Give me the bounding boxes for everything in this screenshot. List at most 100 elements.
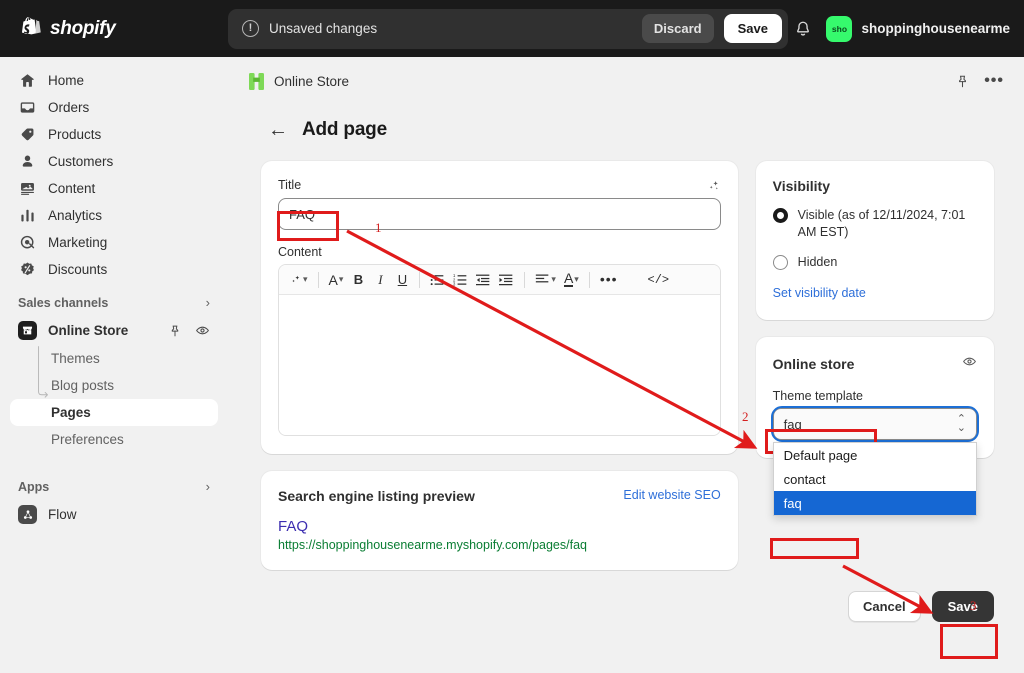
bold-button[interactable]: B <box>348 269 368 291</box>
theme-template-label: Theme template <box>772 389 863 403</box>
chevron-right-icon: › <box>205 479 210 494</box>
theme-template-select[interactable]: faq ⌃ ⌄ <box>770 406 979 442</box>
toolbar-divider <box>419 271 421 288</box>
sidebar-item-preferences[interactable]: Preferences <box>10 426 218 453</box>
radio-hidden[interactable] <box>772 255 788 270</box>
storefront-icon <box>18 321 37 340</box>
dropdown-option-contact[interactable]: contact <box>774 467 976 491</box>
visibility-visible-label: Visible (as of 12/11/2024, 7:01 AM EST) <box>797 208 966 239</box>
form-footer: Cancel Save <box>228 570 1024 622</box>
bar-chart-icon <box>18 206 37 225</box>
shopify-wordmark: shopify <box>50 17 116 39</box>
more-options-button[interactable]: ••• <box>597 269 621 291</box>
italic-button[interactable]: I <box>370 269 390 291</box>
font-size-button[interactable]: A ▾ <box>326 269 347 291</box>
topbar-save-button[interactable]: Save <box>723 14 782 43</box>
theme-template-value: faq <box>783 416 802 432</box>
sidebar-item-orders[interactable]: Orders <box>10 94 218 121</box>
sidebar-label: Orders <box>48 100 90 115</box>
editor-toolbar: ▾ A ▾ B I U 1 2 3 ▾ A ▾ ••• </> <box>279 265 720 295</box>
sidebar-label: Themes <box>51 351 100 366</box>
sales-channels-group[interactable]: Sales channels › <box>10 289 218 316</box>
unsaved-changes-bar: ! Unsaved changes Discard Save <box>228 8 788 49</box>
sidebar-item-flow[interactable]: Flow <box>10 500 218 529</box>
chevron-down-icon: ▾ <box>303 274 308 284</box>
cancel-button[interactable]: Cancel <box>847 591 921 622</box>
arrow-left-icon[interactable]: ← <box>268 120 288 140</box>
toolbar-divider <box>588 271 590 288</box>
primary-column: Title Content ▾ <box>261 161 738 570</box>
discount-badge-icon <box>18 260 37 279</box>
html-code-button[interactable]: </> <box>645 269 673 291</box>
online-store-app-icon <box>248 72 265 91</box>
discard-button[interactable]: Discard <box>641 14 714 43</box>
text-color-button[interactable]: A ▾ <box>561 269 582 291</box>
content-text-area[interactable] <box>279 295 720 435</box>
title-input[interactable] <box>278 198 721 230</box>
sidebar-item-products[interactable]: Products <box>10 121 218 148</box>
orders-inbox-icon <box>18 98 37 117</box>
outdent-button[interactable] <box>473 269 494 291</box>
content-image-icon <box>18 179 37 198</box>
dropdown-option-default-page[interactable]: Default page <box>774 443 976 467</box>
shopify-bag-icon <box>20 16 42 41</box>
sidebar-label: Marketing <box>48 235 108 250</box>
underline-button[interactable]: U <box>392 269 412 291</box>
bulleted-list-button[interactable] <box>427 269 448 291</box>
top-bar: shopify ! Unsaved changes Discard Save s… <box>0 0 1024 57</box>
sidebar-label: Online Store <box>48 323 129 338</box>
ellipsis-icon[interactable]: ••• <box>984 73 1004 89</box>
sidebar-item-home[interactable]: Home <box>10 67 218 94</box>
sidebar-label: Discounts <box>48 262 108 277</box>
indent-button[interactable] <box>496 269 517 291</box>
visibility-option-visible[interactable]: Visible (as of 12/11/2024, 7:01 AM EST) <box>772 207 977 241</box>
sidebar-label: Analytics <box>48 208 103 223</box>
save-button[interactable]: Save <box>931 591 994 622</box>
online-store-card: Online store Theme template faq ⌃ ⌄ Defa… <box>755 337 994 516</box>
person-icon <box>18 152 37 171</box>
content-header: Online Store ••• <box>228 63 1024 99</box>
shopify-logo[interactable]: shopify <box>0 16 228 41</box>
align-button[interactable]: ▾ <box>532 269 559 291</box>
sparkle-magic-icon[interactable] <box>706 178 721 198</box>
seo-preview-card: Search engine listing preview Edit websi… <box>261 471 738 570</box>
avatar: sho <box>826 15 853 42</box>
visibility-option-hidden[interactable]: Hidden <box>772 254 977 271</box>
unsaved-changes-label: Unsaved changes <box>269 21 378 36</box>
user-menu[interactable]: sho shoppinghousenearme <box>826 15 1010 42</box>
sidebar-label: Content <box>48 181 96 196</box>
sidebar-item-customers[interactable]: Customers <box>10 148 218 175</box>
edit-website-seo-link[interactable]: Edit website SEO <box>623 488 720 502</box>
bell-icon[interactable] <box>792 18 814 40</box>
sidebar-item-marketing[interactable]: Marketing <box>10 229 218 256</box>
visibility-card-title: Visibility <box>772 178 830 194</box>
sidebar-item-content[interactable]: Content <box>10 175 218 202</box>
numbered-list-button[interactable]: 123 <box>450 269 471 291</box>
pin-icon[interactable] <box>167 323 183 339</box>
top-bar-right: sho shoppinghousenearme <box>792 15 1024 42</box>
radio-visible[interactable] <box>772 208 788 223</box>
magic-tool-button[interactable]: ▾ <box>286 269 311 291</box>
seo-card-title: Search engine listing preview <box>278 488 475 504</box>
alert-circle-icon: ! <box>242 20 259 37</box>
eye-icon[interactable] <box>194 323 210 339</box>
dropdown-option-faq[interactable]: faq <box>773 491 976 515</box>
toolbar-divider <box>524 271 526 288</box>
content-header-title: Online Store <box>274 73 350 89</box>
sidebar-label: Blog posts <box>51 378 115 393</box>
apps-group[interactable]: Apps › <box>10 473 218 500</box>
eye-icon[interactable] <box>962 354 977 374</box>
theme-template-dropdown: Default page contact faq <box>772 442 977 516</box>
apps-title: Apps <box>18 479 50 494</box>
chevron-down-icon: ▾ <box>574 274 579 284</box>
sidebar-label: Customers <box>48 154 114 169</box>
sidebar-item-analytics[interactable]: Analytics <box>10 202 218 229</box>
pin-icon[interactable] <box>955 74 970 89</box>
content-field-label: Content <box>278 245 322 259</box>
set-visibility-date-link[interactable]: Set visibility date <box>773 286 866 300</box>
visibility-card: Visibility Visible (as of 12/11/2024, 7:… <box>755 161 994 320</box>
online-store-card-title: Online store <box>772 356 855 372</box>
sidebar-item-discounts[interactable]: Discounts <box>10 256 218 283</box>
content-columns: Title Content ▾ <box>228 141 1024 570</box>
chevron-updown-icon: ⌃ ⌄ <box>956 413 966 434</box>
